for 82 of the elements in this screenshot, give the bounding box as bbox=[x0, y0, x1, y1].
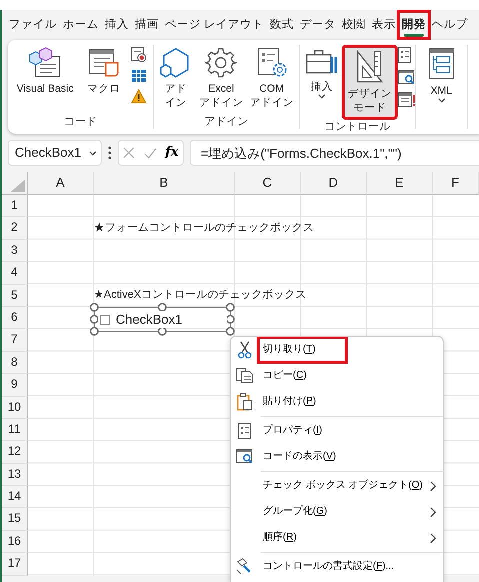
ribbon-button[interactable]: アド イン bbox=[156, 45, 196, 112]
menu-item[interactable]: 順序(R) bbox=[261, 529, 299, 547]
view-code-icon[interactable] bbox=[398, 70, 416, 86]
column-header[interactable]: F bbox=[433, 172, 479, 195]
row-header[interactable]: 4 bbox=[2, 262, 28, 285]
menu-item[interactable]: コピー(C) bbox=[261, 367, 309, 385]
dialog-icon[interactable] bbox=[398, 92, 416, 108]
ribbon-button[interactable]: Excel アドイン bbox=[196, 45, 246, 112]
cell-text: ★ActiveXコントロールのチェックボックス bbox=[94, 289, 306, 302]
ribbon-tab[interactable]: ヘルプ bbox=[429, 12, 472, 38]
row-header[interactable]: 15 bbox=[2, 508, 28, 531]
ribbon-button[interactable]: マクロ bbox=[84, 45, 124, 98]
row-header[interactable]: 2 bbox=[2, 217, 28, 240]
checkbox[interactable] bbox=[100, 314, 110, 324]
column-header[interactable]: C bbox=[235, 172, 301, 195]
row-header[interactable]: 10 bbox=[2, 396, 28, 419]
menu-item[interactable]: グループ化(G) bbox=[261, 503, 330, 521]
paste-icon bbox=[237, 393, 253, 411]
row-header[interactable]: 3 bbox=[2, 240, 28, 262]
menu-item[interactable]: コントロールの書式設定(F)... bbox=[261, 558, 396, 576]
row-header[interactable]: 11 bbox=[2, 418, 28, 442]
chevron-right-icon bbox=[430, 532, 437, 544]
ribbon-tab[interactable]: 開発 bbox=[399, 12, 430, 38]
ribbon-tab[interactable]: データ bbox=[297, 12, 340, 38]
more-options-icon[interactable] bbox=[108, 146, 112, 160]
row-header[interactable]: 17 bbox=[2, 553, 28, 576]
selection-handles-drawing[interactable] bbox=[90, 303, 235, 336]
xml-source-icon bbox=[426, 47, 456, 81]
menu-item[interactable]: 貼り付け(P) bbox=[261, 393, 318, 411]
ribbon-tab[interactable]: 描画 bbox=[132, 12, 162, 38]
column-header[interactable]: B bbox=[94, 172, 235, 195]
ribbon-tab[interactable]: 校閲 bbox=[339, 12, 370, 38]
ribbon-button[interactable]: Visual Basic bbox=[14, 45, 77, 98]
gear-icon bbox=[205, 47, 238, 79]
scissors-icon bbox=[238, 341, 252, 359]
column-header[interactable]: A bbox=[28, 172, 94, 195]
menu-item[interactable]: チェック ボックス オブジェクト(O) bbox=[261, 477, 426, 495]
insert-function-button[interactable]: fx bbox=[165, 143, 179, 163]
ribbon-button[interactable]: 挿入 bbox=[302, 45, 342, 104]
ribbon-button[interactable]: XML bbox=[424, 45, 460, 108]
row-header[interactable]: 5 bbox=[2, 284, 28, 307]
ribbon-button[interactable]: COM アドイン bbox=[246, 45, 297, 112]
ribbon-tab[interactable]: 挿入 bbox=[102, 12, 132, 38]
row-header[interactable]: 6 bbox=[2, 306, 28, 330]
name-box[interactable]: CheckBox1 bbox=[8, 140, 102, 166]
chevron-right-icon bbox=[430, 480, 437, 492]
ribbon-tab[interactable]: 数式 bbox=[267, 12, 298, 38]
chevron-right-icon bbox=[430, 506, 437, 518]
row-header[interactable]: 14 bbox=[2, 486, 28, 508]
row-header[interactable]: 9 bbox=[2, 374, 28, 397]
ribbon-tab[interactable]: ホーム bbox=[60, 12, 102, 38]
properties-icon[interactable] bbox=[398, 47, 412, 64]
checkbox-label: CheckBox1 bbox=[116, 310, 182, 329]
menu-item[interactable]: プロパティ(I) bbox=[261, 422, 324, 440]
macro-icon bbox=[88, 47, 120, 79]
warning-icon[interactable] bbox=[131, 89, 148, 104]
ribbon-tab[interactable]: 表示 bbox=[369, 12, 400, 38]
module-icon bbox=[28, 47, 62, 79]
group-label: コード bbox=[63, 115, 98, 129]
formula-field[interactable]: =埋め込み("Forms.CheckBox.1","") bbox=[190, 140, 479, 166]
row-header[interactable]: 13 bbox=[2, 464, 28, 486]
properties-icon bbox=[238, 422, 252, 440]
caret-icon bbox=[89, 150, 97, 156]
ribbon-tab[interactable]: ファイル bbox=[6, 12, 60, 38]
menu-item[interactable]: コードの表示(V) bbox=[261, 448, 338, 466]
row-header[interactable]: 7 bbox=[2, 329, 28, 352]
copy-icon bbox=[236, 368, 254, 384]
column-header[interactable]: D bbox=[301, 172, 367, 195]
row-header[interactable]: 12 bbox=[2, 441, 28, 464]
row-header[interactable]: 16 bbox=[2, 530, 28, 554]
cell-text: ★フォームコントロールのチェックボックス bbox=[94, 222, 314, 236]
column-header[interactable]: E bbox=[367, 172, 433, 195]
ribbon-button[interactable]: デザイン モード bbox=[342, 45, 398, 120]
row-header[interactable]: 8 bbox=[2, 352, 28, 374]
ribbon-tab[interactable]: ページ レイアウト bbox=[162, 12, 268, 38]
record-macro-icon[interactable] bbox=[131, 47, 148, 63]
group-label: コントロール bbox=[324, 120, 392, 134]
table-icon[interactable] bbox=[131, 69, 148, 83]
row-header[interactable]: 1 bbox=[2, 195, 28, 218]
group-label: アドイン bbox=[204, 115, 250, 129]
view-code-icon bbox=[236, 449, 254, 465]
list-gear-icon bbox=[256, 47, 288, 79]
